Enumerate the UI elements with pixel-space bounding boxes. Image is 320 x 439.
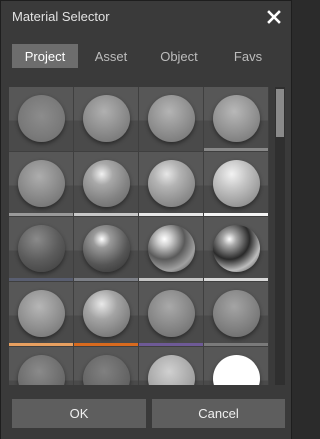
material-color-stripe <box>9 213 73 216</box>
material-thumbnail[interactable] <box>74 87 139 152</box>
material-thumbnail[interactable] <box>9 152 74 217</box>
material-thumbnail[interactable] <box>74 217 139 282</box>
material-sphere-preview <box>18 95 65 142</box>
material-thumbnail[interactable] <box>139 152 204 217</box>
window-title: Material Selector <box>12 9 110 24</box>
material-color-stripe <box>204 278 268 281</box>
material-sphere-preview <box>213 290 260 337</box>
material-sphere-preview <box>148 225 195 272</box>
material-color-stripe <box>204 148 268 151</box>
material-thumbnail[interactable] <box>139 347 204 385</box>
material-color-stripe <box>139 278 203 281</box>
material-color-stripe <box>139 213 203 216</box>
material-color-stripe <box>139 343 203 346</box>
material-color-stripe <box>204 343 268 346</box>
dialog-footer: OK Cancel <box>1 387 291 439</box>
material-thumbnail[interactable] <box>139 282 204 347</box>
material-thumbnail[interactable] <box>204 282 269 347</box>
material-thumbnail[interactable] <box>204 152 269 217</box>
material-sphere-preview <box>83 95 130 142</box>
material-color-stripe <box>74 343 138 346</box>
material-sphere-preview <box>18 160 65 207</box>
scrollbar-thumb[interactable] <box>276 89 284 137</box>
material-selector-window: Material Selector Project Asset Object F… <box>0 0 292 439</box>
material-sphere-preview <box>213 225 260 272</box>
material-thumbnail[interactable] <box>204 87 269 152</box>
material-sphere-preview <box>213 95 260 142</box>
material-color-stripe <box>74 278 138 281</box>
material-sphere-preview <box>83 225 130 272</box>
material-thumbnail[interactable] <box>74 347 139 385</box>
cancel-button[interactable]: Cancel <box>152 399 285 428</box>
tab-bar: Project Asset Object Favs <box>12 44 282 68</box>
material-thumbnail[interactable] <box>74 152 139 217</box>
material-thumbnail[interactable] <box>204 217 269 282</box>
material-sphere-preview <box>83 160 130 207</box>
material-sphere-preview <box>213 160 260 207</box>
material-sphere-preview <box>18 225 65 272</box>
material-thumbnail[interactable] <box>9 87 74 152</box>
material-thumbnail[interactable] <box>9 217 74 282</box>
vertical-scrollbar[interactable] <box>275 87 285 385</box>
close-icon[interactable] <box>265 8 283 26</box>
material-thumbnail[interactable] <box>139 217 204 282</box>
material-thumbnail[interactable] <box>74 282 139 347</box>
material-sphere-preview <box>148 290 195 337</box>
material-thumbnail[interactable] <box>9 347 74 385</box>
material-sphere-preview <box>18 290 65 337</box>
material-color-stripe <box>74 213 138 216</box>
material-color-stripe <box>9 278 73 281</box>
material-thumbnail[interactable] <box>139 87 204 152</box>
tab-favs[interactable]: Favs <box>214 44 282 68</box>
material-grid <box>9 87 273 385</box>
ok-button[interactable]: OK <box>12 399 146 428</box>
material-sphere-preview <box>148 160 195 207</box>
material-sphere-preview <box>83 290 130 337</box>
material-thumbnail[interactable] <box>9 282 74 347</box>
material-thumbnail[interactable] <box>204 347 269 385</box>
tab-asset[interactable]: Asset <box>78 44 144 68</box>
tab-project[interactable]: Project <box>12 44 78 68</box>
material-sphere-preview <box>148 95 195 142</box>
material-color-stripe <box>9 343 73 346</box>
tab-object[interactable]: Object <box>144 44 214 68</box>
material-color-stripe <box>204 213 268 216</box>
title-bar: Material Selector <box>1 1 291 35</box>
